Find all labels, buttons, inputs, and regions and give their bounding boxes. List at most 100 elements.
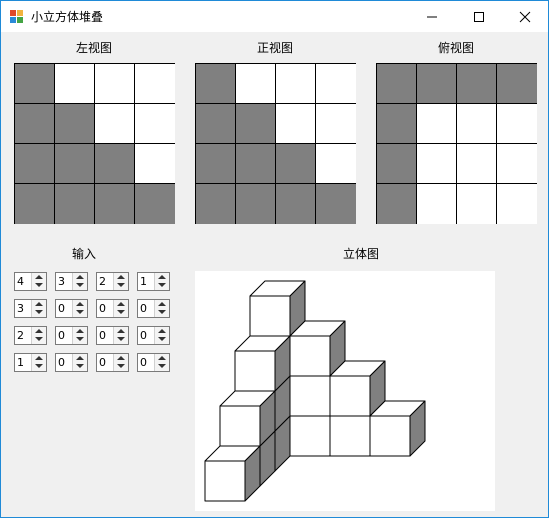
spin-up-icon[interactable] xyxy=(158,275,166,279)
spin-down-icon[interactable] xyxy=(35,364,43,368)
spinner-buttons[interactable] xyxy=(113,300,128,317)
spin-down-icon[interactable] xyxy=(117,310,125,314)
minimize-button[interactable] xyxy=(409,1,455,32)
spinner-buttons[interactable] xyxy=(31,354,46,371)
height-spinner[interactable]: 0 xyxy=(137,326,170,345)
spinner-buttons[interactable] xyxy=(113,327,128,344)
spin-up-icon[interactable] xyxy=(158,302,166,306)
spin-down-icon[interactable] xyxy=(158,310,166,314)
spinner-buttons[interactable] xyxy=(31,300,46,317)
spin-down-icon[interactable] xyxy=(117,283,125,287)
height-spinner[interactable]: 0 xyxy=(55,353,88,372)
spin-up-icon[interactable] xyxy=(76,275,84,279)
spinner-value[interactable]: 2 xyxy=(99,275,106,288)
spinner-value[interactable]: 1 xyxy=(140,275,147,288)
height-spinner[interactable]: 0 xyxy=(96,299,129,318)
top-view-cell xyxy=(377,144,417,184)
spin-down-icon[interactable] xyxy=(35,283,43,287)
spin-down-icon[interactable] xyxy=(158,337,166,341)
spinner-value[interactable]: 3 xyxy=(17,302,24,315)
height-spinner[interactable]: 0 xyxy=(55,326,88,345)
spinner-value[interactable]: 0 xyxy=(58,302,65,315)
spin-up-icon[interactable] xyxy=(76,329,84,333)
spin-down-icon[interactable] xyxy=(76,283,84,287)
spin-up-icon[interactable] xyxy=(158,356,166,360)
top-view-grid xyxy=(376,63,537,224)
left-view-cell xyxy=(15,64,55,104)
maximize-button[interactable] xyxy=(456,1,502,32)
spin-up-icon[interactable] xyxy=(117,356,125,360)
spinner-buttons[interactable] xyxy=(72,273,87,290)
spin-up-icon[interactable] xyxy=(76,356,84,360)
spin-up-icon[interactable] xyxy=(35,329,43,333)
height-spinner[interactable]: 2 xyxy=(14,326,47,345)
spin-up-icon[interactable] xyxy=(35,275,43,279)
spinner-buttons[interactable] xyxy=(31,327,46,344)
spin-down-icon[interactable] xyxy=(76,337,84,341)
height-spinner[interactable]: 0 xyxy=(137,353,170,372)
height-spinner[interactable]: 2 xyxy=(96,272,129,291)
spin-down-icon[interactable] xyxy=(35,310,43,314)
spin-up-icon[interactable] xyxy=(117,302,125,306)
spinner-value[interactable]: 2 xyxy=(17,329,24,342)
height-spinner[interactable]: 0 xyxy=(55,299,88,318)
left-view-grid xyxy=(14,63,175,224)
spinner-buttons[interactable] xyxy=(154,273,169,290)
height-spinner[interactable]: 4 xyxy=(14,272,47,291)
spinner-value[interactable]: 3 xyxy=(58,275,65,288)
spin-down-icon[interactable] xyxy=(158,283,166,287)
spinner-value[interactable]: 4 xyxy=(17,275,24,288)
spinner-value[interactable]: 0 xyxy=(99,329,106,342)
spin-up-icon[interactable] xyxy=(117,329,125,333)
spinner-value[interactable]: 1 xyxy=(17,356,24,369)
spinner-buttons[interactable] xyxy=(154,300,169,317)
spinner-value[interactable]: 0 xyxy=(140,329,147,342)
spin-up-icon[interactable] xyxy=(76,302,84,306)
spinner-buttons[interactable] xyxy=(113,354,128,371)
left-view-cell xyxy=(95,64,135,104)
spinner-value[interactable]: 0 xyxy=(140,356,147,369)
spin-down-icon[interactable] xyxy=(158,364,166,368)
spin-down-icon[interactable] xyxy=(76,310,84,314)
spinner-buttons[interactable] xyxy=(113,273,128,290)
left-view-cell xyxy=(15,104,55,144)
spin-up-icon[interactable] xyxy=(35,302,43,306)
front-view-cell xyxy=(276,64,316,104)
height-spinner[interactable]: 0 xyxy=(96,353,129,372)
spinner-buttons[interactable] xyxy=(72,327,87,344)
height-spinner[interactable]: 0 xyxy=(137,299,170,318)
top-view-cell xyxy=(377,104,417,144)
spinner-value[interactable]: 0 xyxy=(58,329,65,342)
spin-up-icon[interactable] xyxy=(158,329,166,333)
spinner-value[interactable]: 0 xyxy=(58,356,65,369)
close-button[interactable] xyxy=(502,1,548,32)
height-spinner[interactable]: 1 xyxy=(137,272,170,291)
spinner-buttons[interactable] xyxy=(31,273,46,290)
spinner-value[interactable]: 0 xyxy=(140,302,147,315)
spin-down-icon[interactable] xyxy=(117,364,125,368)
spinner-buttons[interactable] xyxy=(72,300,87,317)
height-spinner[interactable]: 1 xyxy=(14,353,47,372)
spinner-value[interactable]: 0 xyxy=(99,302,106,315)
spin-down-icon[interactable] xyxy=(117,337,125,341)
spinner-buttons[interactable] xyxy=(154,354,169,371)
left-view-cell xyxy=(55,64,95,104)
spin-down-icon[interactable] xyxy=(76,364,84,368)
left-view-cell xyxy=(55,184,95,224)
spin-up-icon[interactable] xyxy=(117,275,125,279)
front-view-cell xyxy=(236,104,276,144)
spinner-value[interactable]: 0 xyxy=(99,356,106,369)
front-view-grid xyxy=(195,63,356,224)
spinner-buttons[interactable] xyxy=(154,327,169,344)
spinner-buttons[interactable] xyxy=(72,354,87,371)
height-spinner[interactable]: 3 xyxy=(55,272,88,291)
spin-up-icon[interactable] xyxy=(35,356,43,360)
stereo-label: 立体图 xyxy=(342,247,379,261)
input-label: 输入 xyxy=(71,247,96,261)
height-spinner[interactable]: 0 xyxy=(96,326,129,345)
spin-down-icon[interactable] xyxy=(35,337,43,341)
app-window: 小立方体堆叠 左视图 正视图 俯视图 输入 立体图 4 3 2 1 3 0 0 0 2 0 0 0 1 0… xyxy=(0,0,549,518)
height-spinner[interactable]: 3 xyxy=(14,299,47,318)
left-view-cell xyxy=(15,184,55,224)
title-bar[interactable]: 小立方体堆叠 xyxy=(1,1,548,32)
